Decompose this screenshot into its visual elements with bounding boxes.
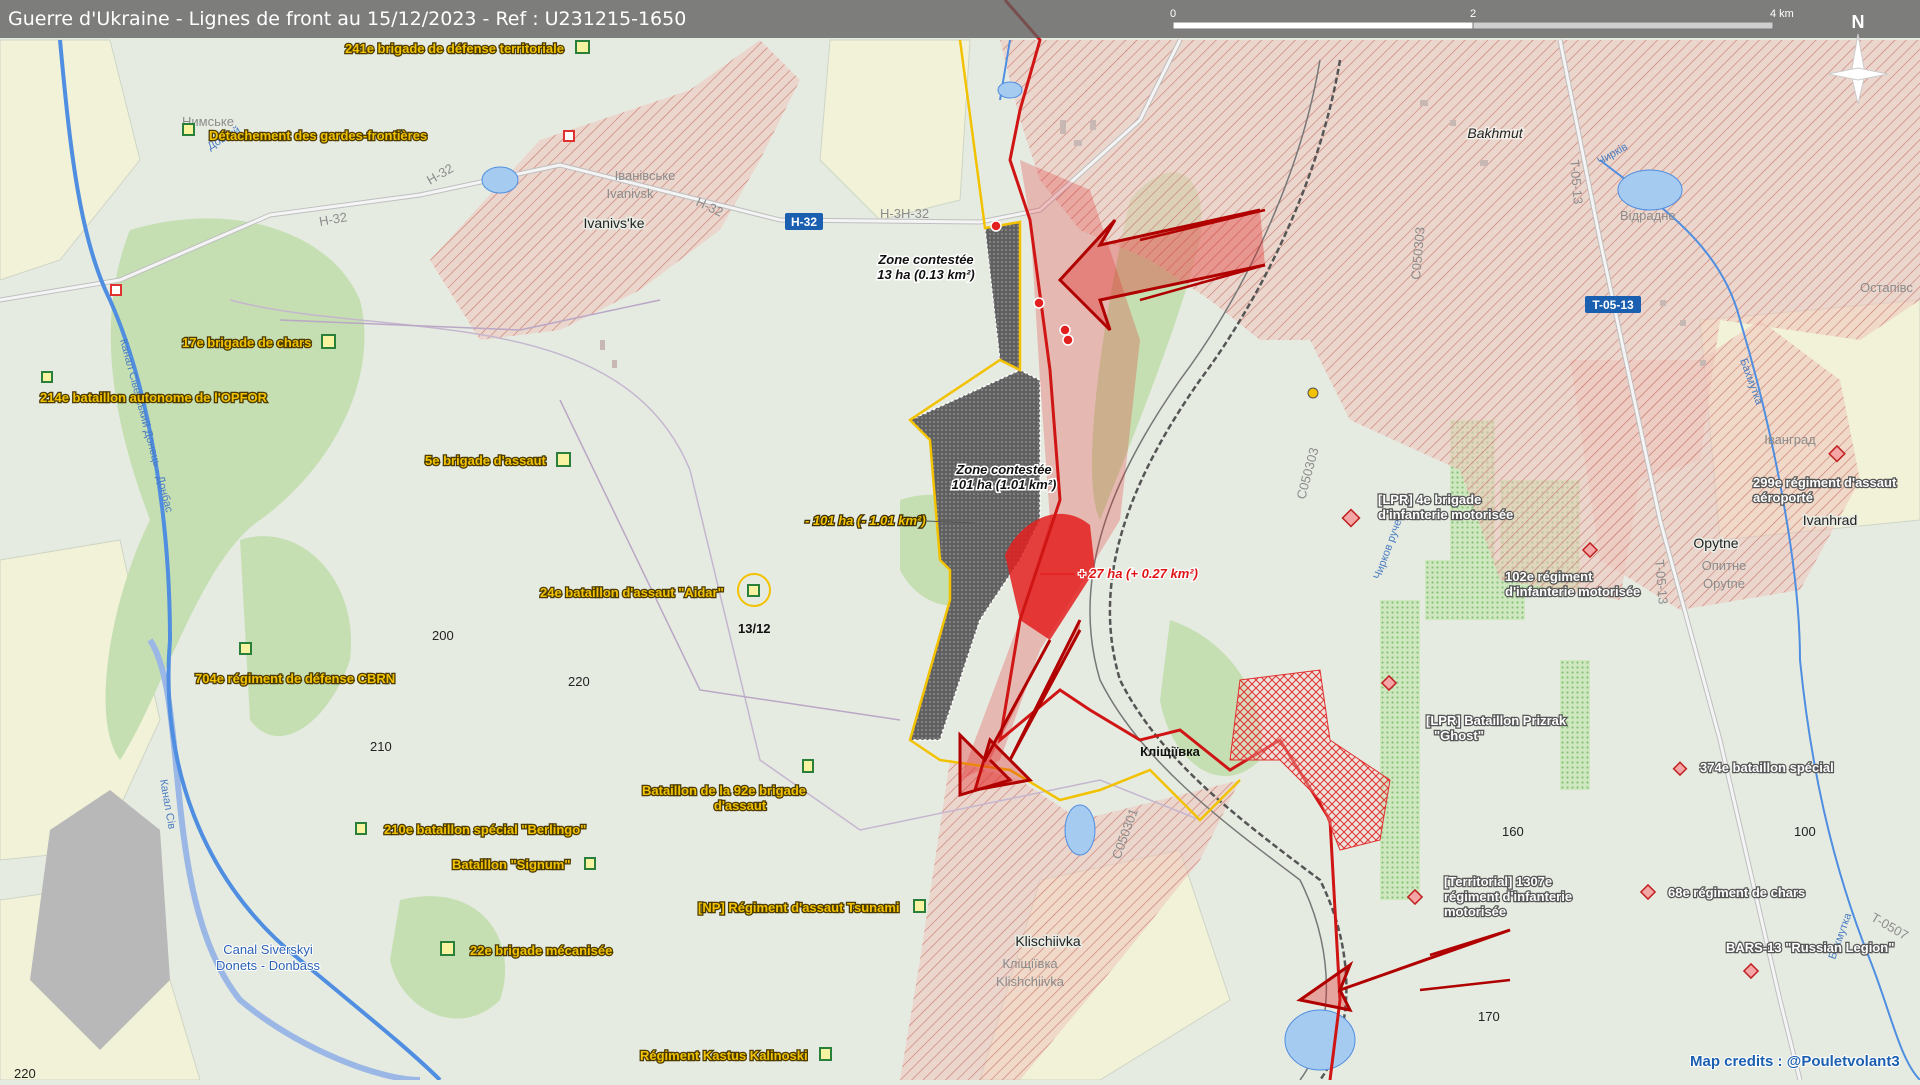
unit-symbol-241 [575,40,590,54]
scale-bar: 0 2 4 km [1170,8,1794,30]
scale-bar-segment-2 [1472,21,1774,30]
town-opytne: Opytne [1693,535,1738,551]
town-klischiivka: Klischiivka [1015,933,1081,949]
zone-large-label-1: Zone contestée [955,462,1051,477]
unit-symbol-17 [321,334,336,349]
unit-symbol-214 [41,371,53,383]
canal-label-line2: Donets - Donbass [216,958,321,973]
town-ivanivske-ua: Іванівське [615,168,676,183]
unit-label-tsunami: [NP] Régiment d'assaut Tsunami [698,900,900,915]
compass-needle-horizontal [1827,67,1889,81]
ru-unit-label-299-line2: aéroporté [1753,490,1813,505]
unit-label-22: 22e brigade mécanisée [470,943,612,958]
elevation-2: 220 [568,674,590,689]
unit-date-24: 13/12 [738,621,771,636]
north-letter: N [1852,12,1865,32]
unit-label-5: 5e brigade d'assaut [425,453,547,468]
elevation-4: 160 [1502,824,1524,839]
unit-symbol-5 [556,452,571,467]
unit-label-17: 17e brigade de chars [182,335,311,350]
ru-unit-label-1307-line1: [Territorial] 1307e [1444,874,1552,889]
zone-large-label-2: 101 ha (1.01 km²) [952,477,1057,492]
road-shield-h32: H-32 [785,213,823,230]
elevation-5: 100 [1794,824,1816,839]
scale-label-2: 2 [1470,8,1476,20]
title-bar: Guerre d'Ukraine - Lignes de front au 15… [0,0,1920,38]
canal-label-line1: Canal Siverskyi [223,942,313,957]
russian-gain-label: + 27 ha (+ 0.27 km²) [1078,566,1198,581]
ru-unit-label-1307-line2: régiment d'infanterie [1444,889,1572,904]
scale-label-0: 0 [1170,8,1176,20]
ukrainian-loss-label: - 101 ha (- 1.01 km²) [805,513,926,528]
unit-symbol-24 [747,584,760,597]
elevation-3: 210 [370,739,392,754]
map-canvas[interactable]: H-32 T-05-13 H-3H-32 H-32 H-32 H-32 C050… [0,0,1920,1083]
map-credits: Map credits : @Pouletvolant3 [1690,1053,1900,1070]
svg-text:H-32: H-32 [791,215,817,229]
unit-symbol-92 [802,759,814,773]
unit-symbol-tsunami [913,899,926,913]
town-klischiivka-ua: Кліщіївка [1002,956,1058,971]
unit-symbol-signum [584,857,596,870]
town-opytne-ua: Опитне [1702,558,1747,573]
ru-unit-label-374: 374e bataillon spécial [1700,760,1834,775]
zone-small-label-1: Zone contestée [877,252,973,267]
ru-unit-label-102-line2: d'infanterie motorisée [1505,584,1640,599]
town-ivanivske: Ivanivs'ke [583,215,644,231]
ru-unit-label-68: 68e régiment de chars [1668,885,1805,900]
unit-symbol-704 [239,642,252,655]
town-ostapivske: Остапівс [1860,280,1913,295]
svg-text:T-05-13: T-05-13 [1592,298,1634,312]
town-vidradne: Відрадне [1620,208,1676,223]
town-bakhmut: Bakhmut [1467,125,1523,141]
ru-unit-label-1307-line3: motorisée [1444,904,1506,919]
town-ivanhrad: Ivanhrad [1803,512,1857,528]
scale-label-4: 4 km [1770,8,1794,20]
elevation-7: 220 [14,1066,36,1080]
zone-small-label-2: 13 ha (0.13 km²) [877,267,975,282]
unit-label-92-line1: Bataillon de la 92e brigade [642,783,806,798]
unit-symbol-kalinoski [819,1047,832,1061]
road-shield-t0513: T-05-13 [1585,296,1641,313]
ru-unit-label-4-line1: [LPR] 4e brigade [1378,492,1481,507]
ru-unit-label-4-line2: d'infanterie motorisée [1378,507,1513,522]
ru-unit-label-bars13: BARS-13 "Russian Legion" [1726,940,1894,955]
ru-unit-label-prizrak-line2: "Ghost" [1434,728,1484,743]
town-klischiivka-en2: Klishchiivka [996,974,1065,989]
yellow-marker [1307,387,1319,399]
elevation-1: 200 [432,628,454,643]
unit-label-border-guards: Détachement des gardes-frontières [209,128,427,143]
unit-label-signum: Bataillon "Signum" [452,857,571,872]
unit-symbol-22 [440,941,455,956]
unit-label-704: 704e régiment de défense CBRN [195,671,395,686]
town-ivanhrad-ua: Іванград [1764,432,1816,447]
road-label-h32: H-3H-32 [880,206,929,221]
town-opytne-en2: Opytne [1703,576,1745,591]
unit-symbol-210 [355,822,367,835]
elevation-6: 170 [1478,1009,1500,1024]
ru-unit-label-299-line1: 299e régiment d'assaut [1753,475,1897,490]
unit-label-92-line2: d'assaut [714,798,767,813]
unit-label-24-aidar: 24e bataillon d'assaut "Aidar" [540,585,724,600]
unit-label-kalinoski: Régiment Kastus Kalinoski [640,1048,808,1063]
unit-label-210-berlingo: 210e bataillon spécial "Berlingo" [384,822,586,837]
unit-label-214: 214e bataillon autonome de l'OPFOR [40,390,268,405]
ru-unit-label-prizrak-line1: [LPR] Bataillon Prizrak [1426,713,1567,728]
town-klischiivka-top: Кліщіївка [1140,744,1201,759]
ru-unit-label-102-line1: 102e régiment [1505,569,1593,584]
scale-bar-segment-1 [1172,21,1474,30]
town-ivanivske-ua2: Ivanivsk [607,186,654,201]
north-arrow: N [1827,12,1889,105]
unit-label-241: 241e brigade de défense territoriale [345,41,564,56]
front-line-map[interactable]: H-32 T-05-13 H-3H-32 H-32 H-32 H-32 C050… [0,0,1920,1083]
unit-symbol-border-guards [182,123,195,136]
